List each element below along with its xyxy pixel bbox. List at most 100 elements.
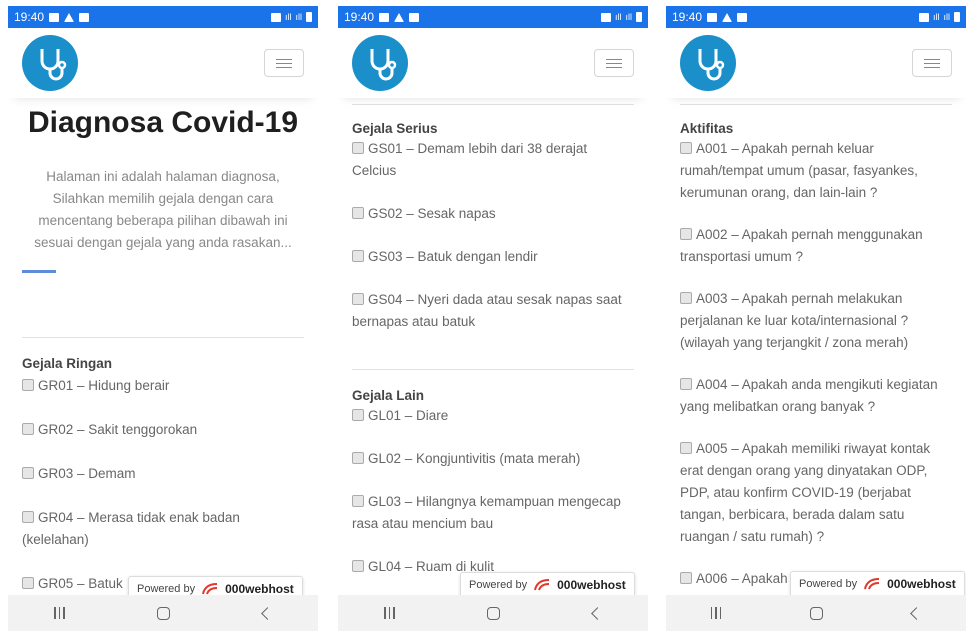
symptom-checkbox-gl01[interactable]: GL01 – Diare bbox=[352, 405, 634, 427]
powered-by-label: Powered by bbox=[799, 578, 858, 590]
section-divider bbox=[352, 104, 634, 105]
download-icon bbox=[409, 12, 420, 22]
powered-by-brand: 000webhost bbox=[557, 578, 626, 592]
symptom-checkbox-gl03[interactable]: GL03 – Hilangnya kemampuan mengecap rasa… bbox=[352, 491, 634, 535]
status-time: 19:40 bbox=[672, 10, 703, 24]
accent-divider bbox=[22, 270, 56, 273]
status-bar: 19:40 ıll ıll bbox=[666, 6, 966, 28]
home-icon[interactable] bbox=[157, 606, 171, 620]
alarm-icon bbox=[919, 12, 929, 22]
checkbox[interactable] bbox=[352, 560, 364, 572]
powered-by-brand: 000webhost bbox=[225, 582, 294, 596]
signal-icon: ıll bbox=[943, 12, 951, 22]
section-title-gejala-ringan: Gejala Ringan bbox=[22, 356, 113, 371]
gallery-icon bbox=[379, 12, 390, 22]
powered-by-label: Powered by bbox=[469, 579, 528, 591]
section-title-gejala-serius: Gejala Serius bbox=[352, 121, 438, 136]
section-divider bbox=[22, 337, 304, 338]
warning-icon bbox=[722, 12, 733, 22]
signal-icon: ıll bbox=[933, 12, 940, 22]
symptom-checkbox-gs02[interactable]: GS02 – Sesak napas bbox=[352, 203, 634, 225]
signal-icon: ıll bbox=[285, 12, 292, 22]
checkbox[interactable] bbox=[352, 452, 364, 464]
powered-by-label: Powered by bbox=[137, 583, 196, 595]
symptom-checkbox-gr01[interactable]: GR01 – Hidung berair bbox=[22, 375, 304, 397]
home-icon[interactable] bbox=[487, 606, 501, 620]
app-header bbox=[338, 28, 648, 98]
checkbox[interactable] bbox=[352, 207, 364, 219]
app-header bbox=[666, 28, 966, 98]
activity-checkbox-a001[interactable]: A001 – Apakah pernah keluar rumah/tempat… bbox=[680, 138, 952, 204]
back-icon[interactable] bbox=[590, 606, 604, 620]
status-time: 19:40 bbox=[14, 10, 45, 24]
stethoscope-logo-icon[interactable] bbox=[680, 35, 736, 91]
recents-icon[interactable] bbox=[54, 607, 65, 619]
battery-icon bbox=[954, 12, 960, 22]
stethoscope-logo-icon[interactable] bbox=[352, 35, 408, 91]
android-nav-bar bbox=[666, 595, 966, 631]
page-title: Diagnosa Covid-19 bbox=[27, 106, 299, 139]
signal-icon: ıll bbox=[615, 12, 622, 22]
section-divider bbox=[352, 369, 634, 370]
checkbox[interactable] bbox=[680, 228, 692, 240]
android-nav-bar bbox=[8, 595, 318, 631]
checkbox[interactable] bbox=[352, 250, 364, 262]
checkbox[interactable] bbox=[22, 577, 34, 589]
home-icon[interactable] bbox=[810, 606, 824, 620]
symptom-checkbox-gr02[interactable]: GR02 – Sakit tenggorokan bbox=[22, 419, 304, 441]
page-content: Gejala Serius GS01 – Demam lebih dari 38… bbox=[338, 104, 648, 578]
webhost-logo-icon bbox=[533, 578, 551, 592]
checkbox[interactable] bbox=[680, 572, 692, 584]
download-icon bbox=[737, 12, 748, 22]
checkbox[interactable] bbox=[22, 511, 34, 523]
symptom-checkbox-gs04[interactable]: GS04 – Nyeri dada atau sesak napas saat … bbox=[352, 289, 634, 333]
phone-screen-2: 19:40 ıll ıll Gejala Serius GS01 – Demam… bbox=[338, 6, 648, 631]
powered-by-brand: 000webhost bbox=[887, 577, 956, 591]
symptom-checkbox-gl02[interactable]: GL02 – Kongjuntivitis (mata merah) bbox=[352, 448, 634, 470]
checkbox[interactable] bbox=[22, 423, 34, 435]
section-divider bbox=[680, 104, 952, 105]
activity-checkbox-a004[interactable]: A004 – Apakah anda mengikuti kegiatan ya… bbox=[680, 374, 952, 418]
phone-screen-3: 19:40 ıll ıll Aktifitas A001 – Apakah pe… bbox=[666, 6, 966, 631]
checkbox[interactable] bbox=[680, 378, 692, 390]
webhost-logo-icon bbox=[863, 577, 881, 591]
gallery-icon bbox=[49, 12, 60, 22]
checkbox[interactable] bbox=[352, 142, 364, 154]
checkbox[interactable] bbox=[680, 442, 692, 454]
download-icon bbox=[79, 12, 90, 22]
status-bar: 19:40 ıll ıll bbox=[8, 6, 318, 28]
warning-icon bbox=[64, 12, 75, 22]
warning-icon bbox=[394, 12, 405, 22]
section-title-gejala-lain: Gejala Lain bbox=[352, 388, 425, 403]
recents-icon[interactable] bbox=[384, 607, 395, 619]
checkbox[interactable] bbox=[352, 409, 364, 421]
hamburger-menu-button[interactable] bbox=[912, 49, 952, 77]
checkbox[interactable] bbox=[22, 379, 34, 391]
checkbox[interactable] bbox=[352, 495, 364, 507]
checkbox[interactable] bbox=[680, 142, 692, 154]
symptom-checkbox-gr04[interactable]: GR04 – Merasa tidak enak badan (kelelaha… bbox=[22, 507, 304, 551]
symptom-checkbox-gs01[interactable]: GS01 – Demam lebih dari 38 derajat Celci… bbox=[352, 138, 634, 182]
checkbox[interactable] bbox=[22, 467, 34, 479]
stethoscope-logo-icon[interactable] bbox=[22, 35, 78, 91]
recents-icon[interactable] bbox=[710, 607, 722, 619]
phone-screen-1: 19:40 ıll ıll Diagnosa Covid-19 Halaman … bbox=[8, 6, 318, 631]
page-content: Aktifitas A001 – Apakah pernah keluar ru… bbox=[666, 104, 966, 612]
alarm-icon bbox=[601, 12, 611, 22]
status-bar: 19:40 ıll ıll bbox=[338, 6, 648, 28]
back-icon[interactable] bbox=[260, 606, 274, 620]
symptom-checkbox-gs03[interactable]: GS03 – Batuk dengan lendir bbox=[352, 246, 634, 268]
powered-by-badge[interactable]: Powered by 000webhost bbox=[790, 571, 965, 597]
back-icon[interactable] bbox=[910, 606, 924, 620]
screenshot-collage: 19:40 ıll ıll Diagnosa Covid-19 Halaman … bbox=[0, 0, 968, 635]
signal-icon: ıll bbox=[295, 12, 303, 22]
symptom-checkbox-gr03[interactable]: GR03 – Demam bbox=[22, 463, 304, 485]
hamburger-menu-button[interactable] bbox=[594, 49, 634, 77]
hamburger-menu-button[interactable] bbox=[264, 49, 304, 77]
checkbox[interactable] bbox=[680, 292, 692, 304]
alarm-icon bbox=[271, 12, 281, 22]
activity-checkbox-a003[interactable]: A003 – Apakah pernah melakukan perjalana… bbox=[680, 288, 952, 354]
activity-checkbox-a005[interactable]: A005 – Apakah memiliki riwayat kontak er… bbox=[680, 438, 952, 548]
activity-checkbox-a002[interactable]: A002 – Apakah pernah menggunakan transpo… bbox=[680, 224, 952, 268]
checkbox[interactable] bbox=[352, 293, 364, 305]
